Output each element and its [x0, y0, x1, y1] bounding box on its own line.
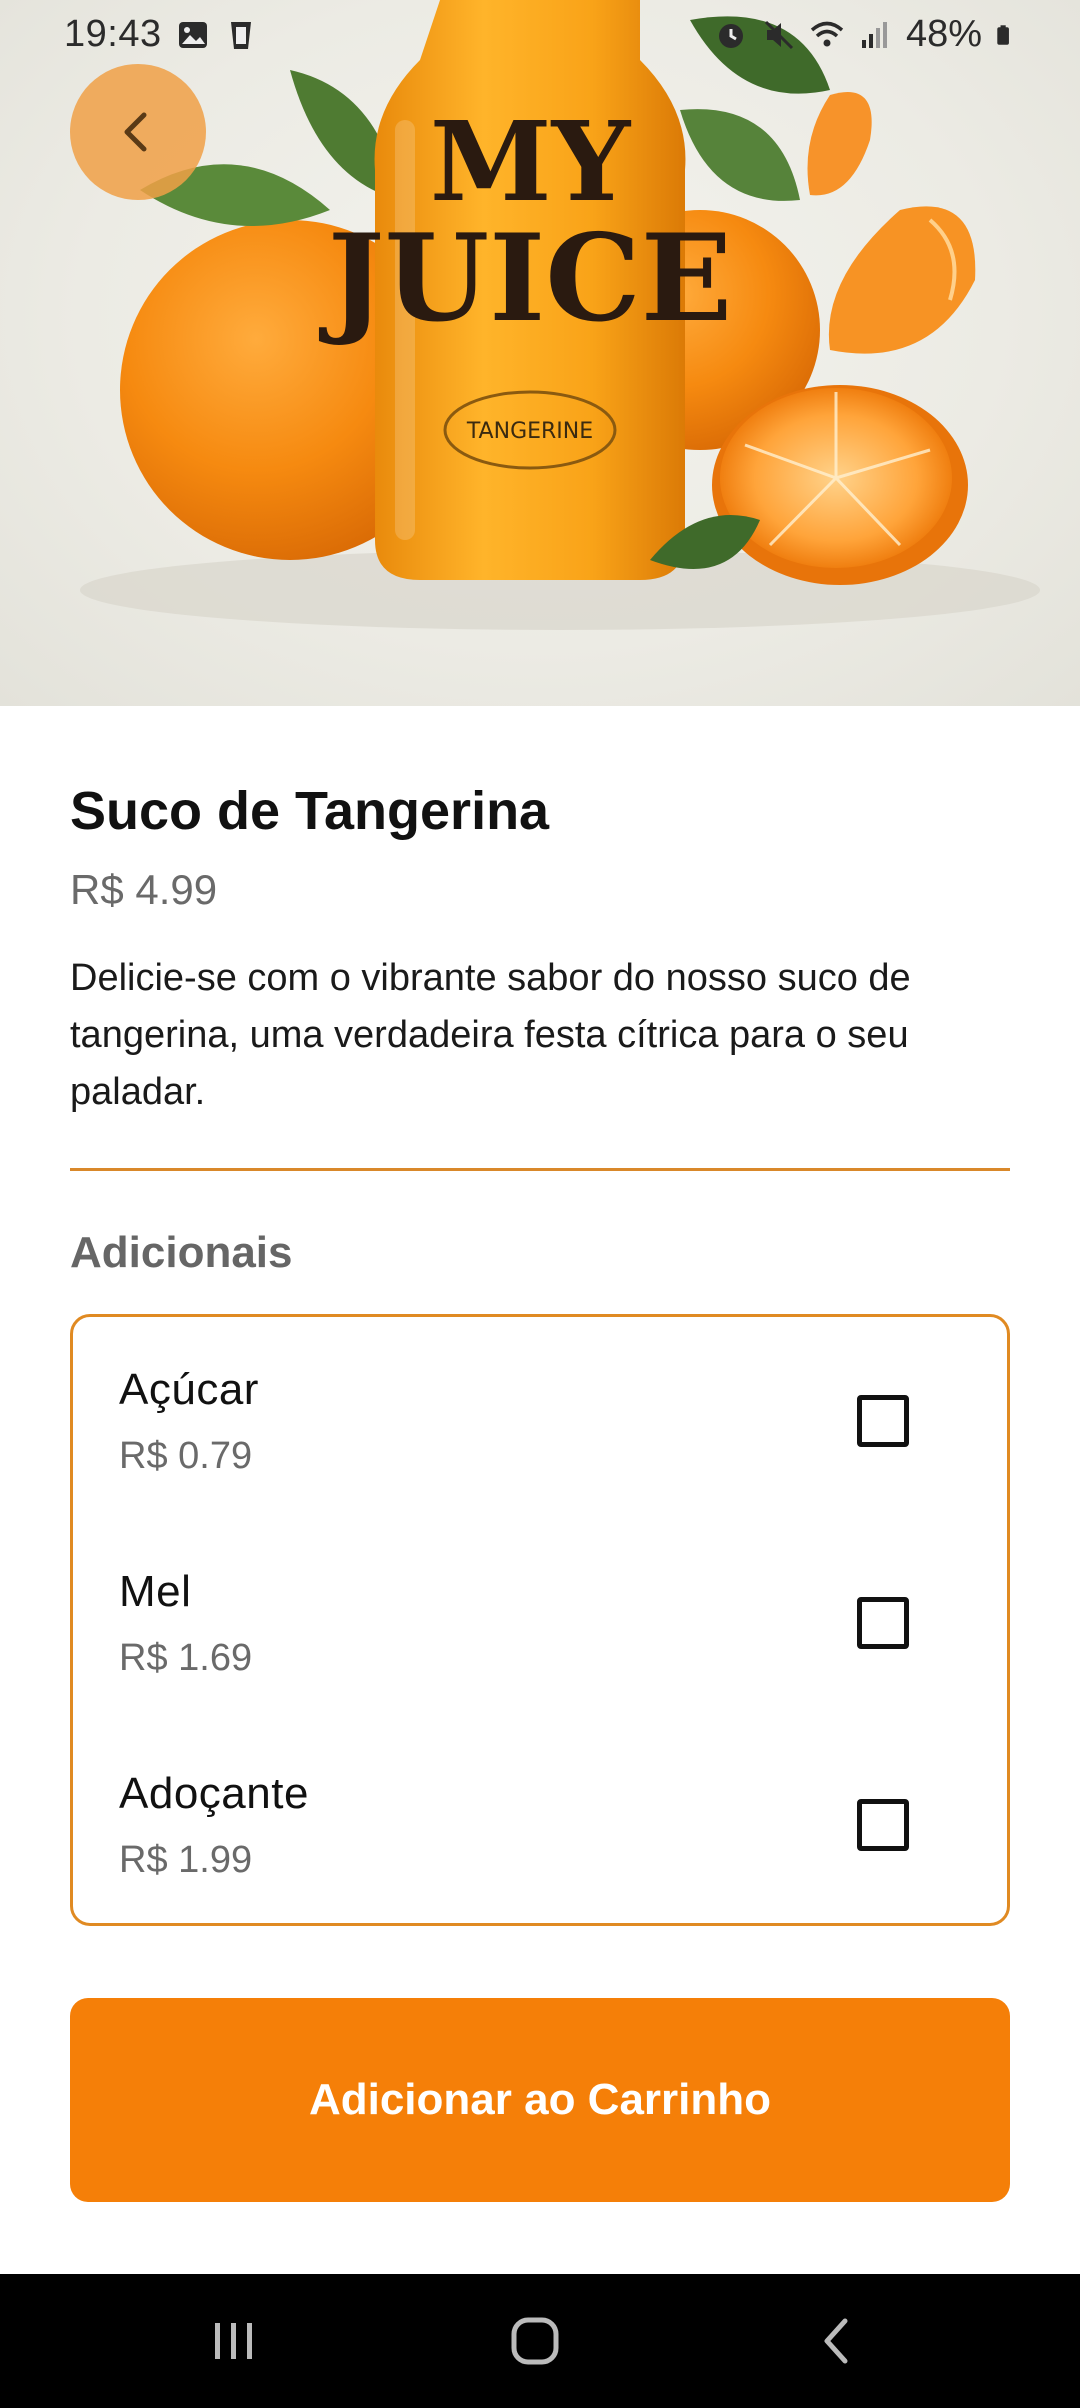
product-title: Suco de Tangerina	[70, 781, 550, 841]
system-nav-bar	[0, 2274, 1080, 2408]
status-time: 19:43	[64, 13, 162, 55]
back-button[interactable]	[70, 64, 206, 200]
status-bar: 19:43 48%	[0, 0, 1080, 72]
nav-back-button[interactable]	[792, 2304, 882, 2378]
divider	[70, 1168, 1010, 1171]
svg-text:JUICE: JUICE	[319, 208, 733, 349]
addon-item-adocante[interactable]: Adoçante R$ 1.99	[73, 1721, 1007, 1921]
addon-checkbox-adocante[interactable]	[857, 1799, 909, 1851]
signal-icon	[861, 21, 887, 48]
mute-icon	[764, 20, 793, 49]
image-icon	[179, 22, 207, 48]
addon-price: R$ 1.69	[119, 1637, 253, 1679]
addons-list: Açúcar R$ 0.79 Mel R$ 1.69 Adoçante R$ 1…	[70, 1314, 1010, 1926]
home-icon	[511, 2317, 559, 2365]
recent-apps-button[interactable]	[188, 2304, 278, 2378]
addon-item-acucar[interactable]: Açúcar R$ 0.79	[73, 1317, 1007, 1517]
add-to-cart-button[interactable]: Adicionar ao Carrinho	[70, 1998, 1010, 2202]
addon-price: R$ 1.99	[119, 1839, 253, 1881]
recent-apps-icon	[215, 2323, 252, 2359]
back-icon	[824, 2318, 848, 2364]
battery-icon	[997, 24, 1009, 45]
battery-percent: 48%	[905, 13, 982, 55]
addon-checkbox-mel[interactable]	[857, 1597, 909, 1649]
addons-title: Adicionais	[70, 1228, 293, 1277]
addon-name: Adoçante	[119, 1769, 309, 1818]
addon-price: R$ 0.79	[119, 1435, 253, 1477]
addon-name: Mel	[119, 1567, 192, 1616]
cup-icon	[231, 22, 251, 49]
addon-item-mel[interactable]: Mel R$ 1.69	[73, 1519, 1007, 1719]
chevron-left-icon	[124, 112, 147, 152]
product-price: R$ 4.99	[70, 866, 218, 913]
product-description: Delicie-se com o vibrante sabor do nosso…	[70, 957, 911, 1113]
home-button[interactable]	[490, 2304, 580, 2378]
addon-name: Açúcar	[119, 1365, 259, 1414]
alarm-icon	[718, 23, 743, 48]
wifi-icon	[810, 21, 844, 46]
svg-text:TANGERINE: TANGERINE	[466, 419, 593, 444]
bottle-brand-text: MY	[430, 97, 632, 226]
addon-checkbox-acucar[interactable]	[857, 1395, 909, 1447]
